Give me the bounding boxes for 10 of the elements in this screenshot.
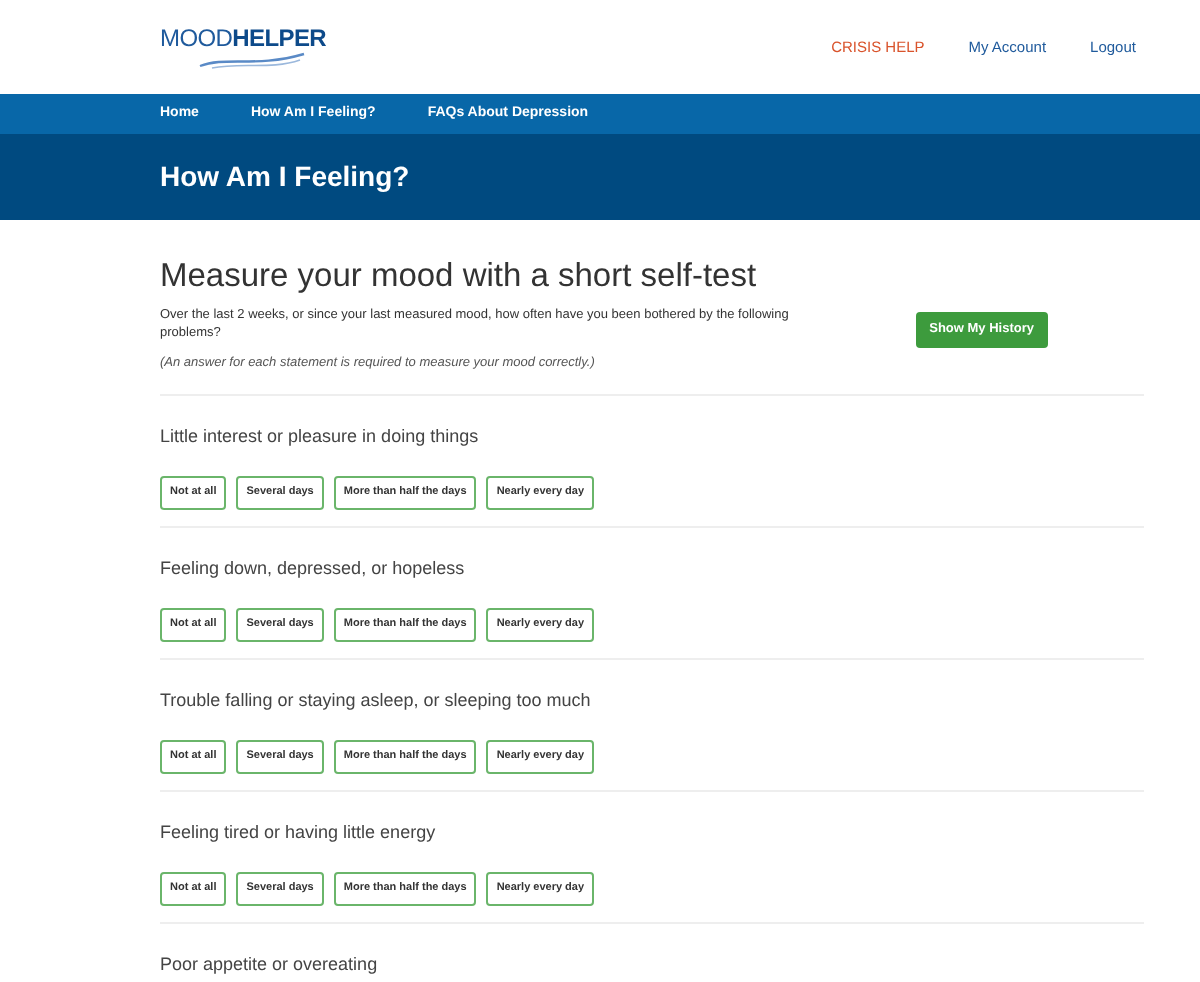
- section-title: Measure your mood with a short self-test: [160, 256, 759, 298]
- wave-icon: [196, 49, 308, 69]
- page-title: How Am I Feeling?: [160, 158, 410, 196]
- logo-text: MOOD: [160, 25, 233, 49]
- question-text: Feeling down, depressed, or hopeless: [160, 555, 467, 582]
- question-text: Little interest or pleasure in doing things: [160, 423, 481, 450]
- question-text: Poor appetite or overeating: [160, 951, 380, 978]
- question-text: Feeling tired or having little energy: [160, 819, 438, 846]
- question-text: Trouble falling or staying asleep, or sleeping too much: [160, 687, 593, 714]
- logo-text: HELPER: [232, 25, 327, 49]
